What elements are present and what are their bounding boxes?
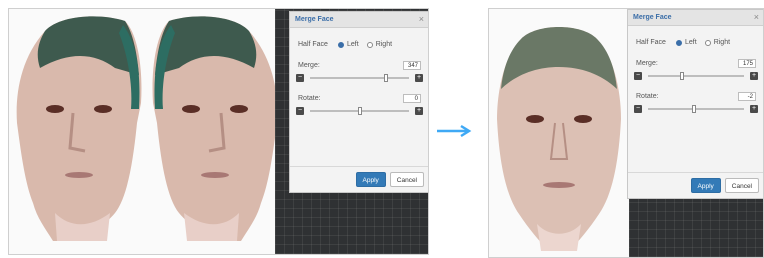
dialog-title: Merge Face [633,14,672,21]
radio-left-indicator[interactable] [676,39,682,46]
merge-label-row: Merge: 347 [290,59,428,72]
merge-slider-track[interactable] [648,72,744,80]
dialog-header: Merge Face × [628,10,763,26]
cancel-button[interactable]: Cancel [389,172,424,187]
radio-right-label: Right [375,41,393,48]
merge-slider-row: − + [290,72,428,84]
merge-slider-thumb[interactable] [679,72,684,80]
dialog-footer: Apply Cancel [628,172,763,198]
apply-button[interactable]: Apply [355,172,386,187]
merge-label: Merge: [298,62,320,69]
rotate-plus-button[interactable]: + [750,105,758,113]
merge-minus-button[interactable]: − [296,74,304,82]
merge-face-dialog: Merge Face × Half Face Left Right Merge:… [627,9,763,199]
close-icon[interactable]: × [419,15,424,24]
half-face-row: Half Face Left Right [628,36,763,49]
arrow-right-icon [435,124,475,143]
half-face-row: Half Face Left Right [290,38,428,51]
rotate-label: Rotate: [298,95,321,102]
radio-right[interactable]: Right [704,39,731,46]
radio-left[interactable]: Left [676,39,697,46]
radio-right[interactable]: Right [366,41,393,48]
dialog-title: Merge Face [295,16,334,23]
radio-left[interactable]: Left [338,41,359,48]
radio-left-indicator[interactable] [338,41,344,48]
rotate-minus-button[interactable]: − [296,107,304,115]
merge-minus-button[interactable]: − [634,72,642,80]
rotate-slider-track[interactable] [648,105,744,113]
merge-face-dialog: Merge Face × Half Face Left Right Merge:… [289,11,428,193]
half-face-label: Half Face [298,41,328,48]
rotate-minus-button[interactable]: − [634,105,642,113]
merge-label-row: Merge: 175 [628,57,763,70]
rotate-label-row: Rotate: 0 [290,92,428,105]
dialog-header: Merge Face × [290,12,428,28]
merge-plus-button[interactable]: + [415,74,423,82]
rotate-slider-thumb[interactable] [692,105,697,113]
rotate-slider-row: − + [628,103,763,115]
rotate-slider-thumb[interactable] [357,107,362,115]
merge-value-input[interactable]: 175 [738,59,756,68]
rotate-value-input[interactable]: -2 [738,92,756,101]
face-image-right [147,13,279,245]
rotate-slider-row: − + [290,105,428,117]
half-face-label: Half Face [636,39,666,46]
merge-label: Merge: [636,60,658,67]
radio-right-label: Right [713,39,731,46]
radio-left-label: Left [685,39,697,46]
radio-left-label: Left [347,41,359,48]
radio-right-indicator[interactable] [704,39,711,46]
radio-right-indicator[interactable] [366,41,373,48]
merge-value-input[interactable]: 347 [403,61,421,70]
close-icon[interactable]: × [754,13,759,22]
cancel-button[interactable]: Cancel [724,178,759,193]
face-photo-area [9,9,290,254]
face-image-left [15,13,147,245]
merge-slider-track[interactable] [310,74,409,82]
after-panel: Merge Face × Half Face Left Right Merge:… [488,8,764,258]
rotate-plus-button[interactable]: + [415,107,423,115]
merge-slider-thumb[interactable] [384,74,389,82]
merge-slider-row: − + [628,70,763,82]
dialog-footer: Apply Cancel [290,166,428,192]
rotate-slider-track[interactable] [310,107,409,115]
merge-plus-button[interactable]: + [750,72,758,80]
merged-face-photo-area [489,9,629,257]
merged-face-image [491,19,627,255]
rotate-label: Rotate: [636,93,659,100]
before-panel: Merge Face × Half Face Left Right Merge:… [8,8,429,255]
rotate-label-row: Rotate: -2 [628,90,763,103]
apply-button[interactable]: Apply [690,178,721,193]
rotate-value-input[interactable]: 0 [403,94,421,103]
